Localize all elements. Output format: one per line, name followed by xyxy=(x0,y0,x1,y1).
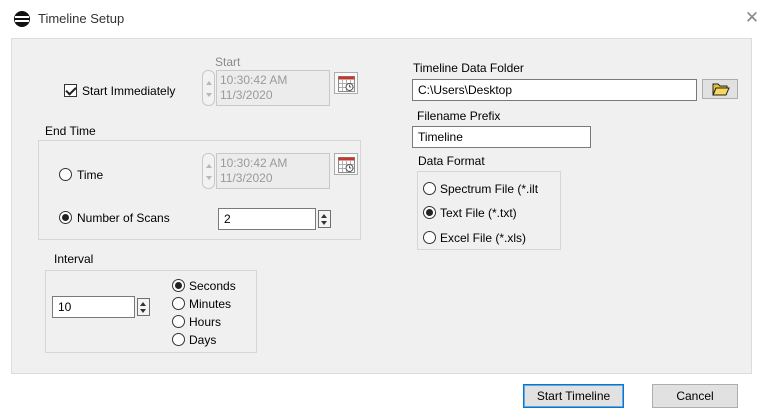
cancel-button[interactable]: Cancel xyxy=(652,384,738,408)
interval-hours-radio[interactable] xyxy=(172,315,185,328)
spinner-up-icon xyxy=(321,214,327,218)
title-bar: Timeline Setup ✕ xyxy=(0,0,763,38)
close-icon: ✕ xyxy=(744,8,760,27)
browse-folder-button[interactable] xyxy=(702,79,738,99)
number-of-scans-label[interactable]: Number of Scans xyxy=(77,211,170,225)
number-of-scans-radio[interactable] xyxy=(59,211,72,224)
interval-days-label[interactable]: Days xyxy=(189,333,216,347)
start-immediately-checkbox[interactable] xyxy=(64,84,77,97)
format-spectrum-radio[interactable] xyxy=(423,182,436,195)
start-time-value: 10:30:42 AM xyxy=(220,73,288,87)
end-date-value: 11/3/2020 xyxy=(220,171,273,185)
start-timeline-button[interactable]: Start Timeline xyxy=(523,384,624,408)
start-datetime-spinner xyxy=(202,70,215,106)
end-time-label: End Time xyxy=(45,124,96,138)
interval-hours-label[interactable]: Hours xyxy=(189,315,221,329)
start-calendar-button xyxy=(334,72,358,94)
interval-spinner[interactable] xyxy=(137,298,150,316)
calendar-icon xyxy=(338,157,355,173)
format-excel-radio[interactable] xyxy=(423,231,436,244)
end-time-option-label[interactable]: Time xyxy=(77,168,103,182)
calendar-icon xyxy=(338,76,355,92)
data-folder-input[interactable] xyxy=(412,79,697,101)
format-spectrum-label[interactable]: Spectrum File (*.ilt xyxy=(440,182,538,196)
interval-minutes-label[interactable]: Minutes xyxy=(189,297,231,311)
dialog-footer xyxy=(0,374,763,413)
start-date-value: 11/3/2020 xyxy=(220,88,273,102)
filename-prefix-label: Filename Prefix xyxy=(417,109,501,123)
data-format-label: Data Format xyxy=(418,154,485,168)
filename-prefix-input[interactable] xyxy=(412,126,591,148)
folder-open-icon xyxy=(712,83,730,96)
format-text-radio[interactable] xyxy=(423,206,436,219)
interval-days-radio[interactable] xyxy=(172,333,185,346)
close-button[interactable]: ✕ xyxy=(742,8,762,28)
data-folder-label: Timeline Data Folder xyxy=(413,61,524,75)
interval-input[interactable] xyxy=(52,296,135,318)
interval-seconds-radio[interactable] xyxy=(172,279,185,292)
spinner-down-icon xyxy=(140,309,146,313)
app-lens-icon xyxy=(14,11,30,27)
interval-seconds-label[interactable]: Seconds xyxy=(189,279,236,293)
format-text-label[interactable]: Text File (*.txt) xyxy=(440,206,517,220)
end-calendar-button xyxy=(334,153,358,175)
number-of-scans-spinner[interactable] xyxy=(318,210,331,228)
window-title: Timeline Setup xyxy=(38,11,125,26)
interval-minutes-radio[interactable] xyxy=(172,297,185,310)
start-immediately-label[interactable]: Start Immediately xyxy=(82,84,175,98)
interval-label: Interval xyxy=(54,252,94,266)
end-datetime-spinner xyxy=(202,153,215,189)
format-excel-label[interactable]: Excel File (*.xls) xyxy=(440,231,526,245)
start-label: Start xyxy=(215,55,241,69)
end-time-value: 10:30:42 AM xyxy=(220,156,288,170)
end-time-radio[interactable] xyxy=(59,168,72,181)
spinner-up-icon xyxy=(140,302,146,306)
number-of-scans-input[interactable] xyxy=(218,208,316,230)
spinner-down-icon xyxy=(321,221,327,225)
